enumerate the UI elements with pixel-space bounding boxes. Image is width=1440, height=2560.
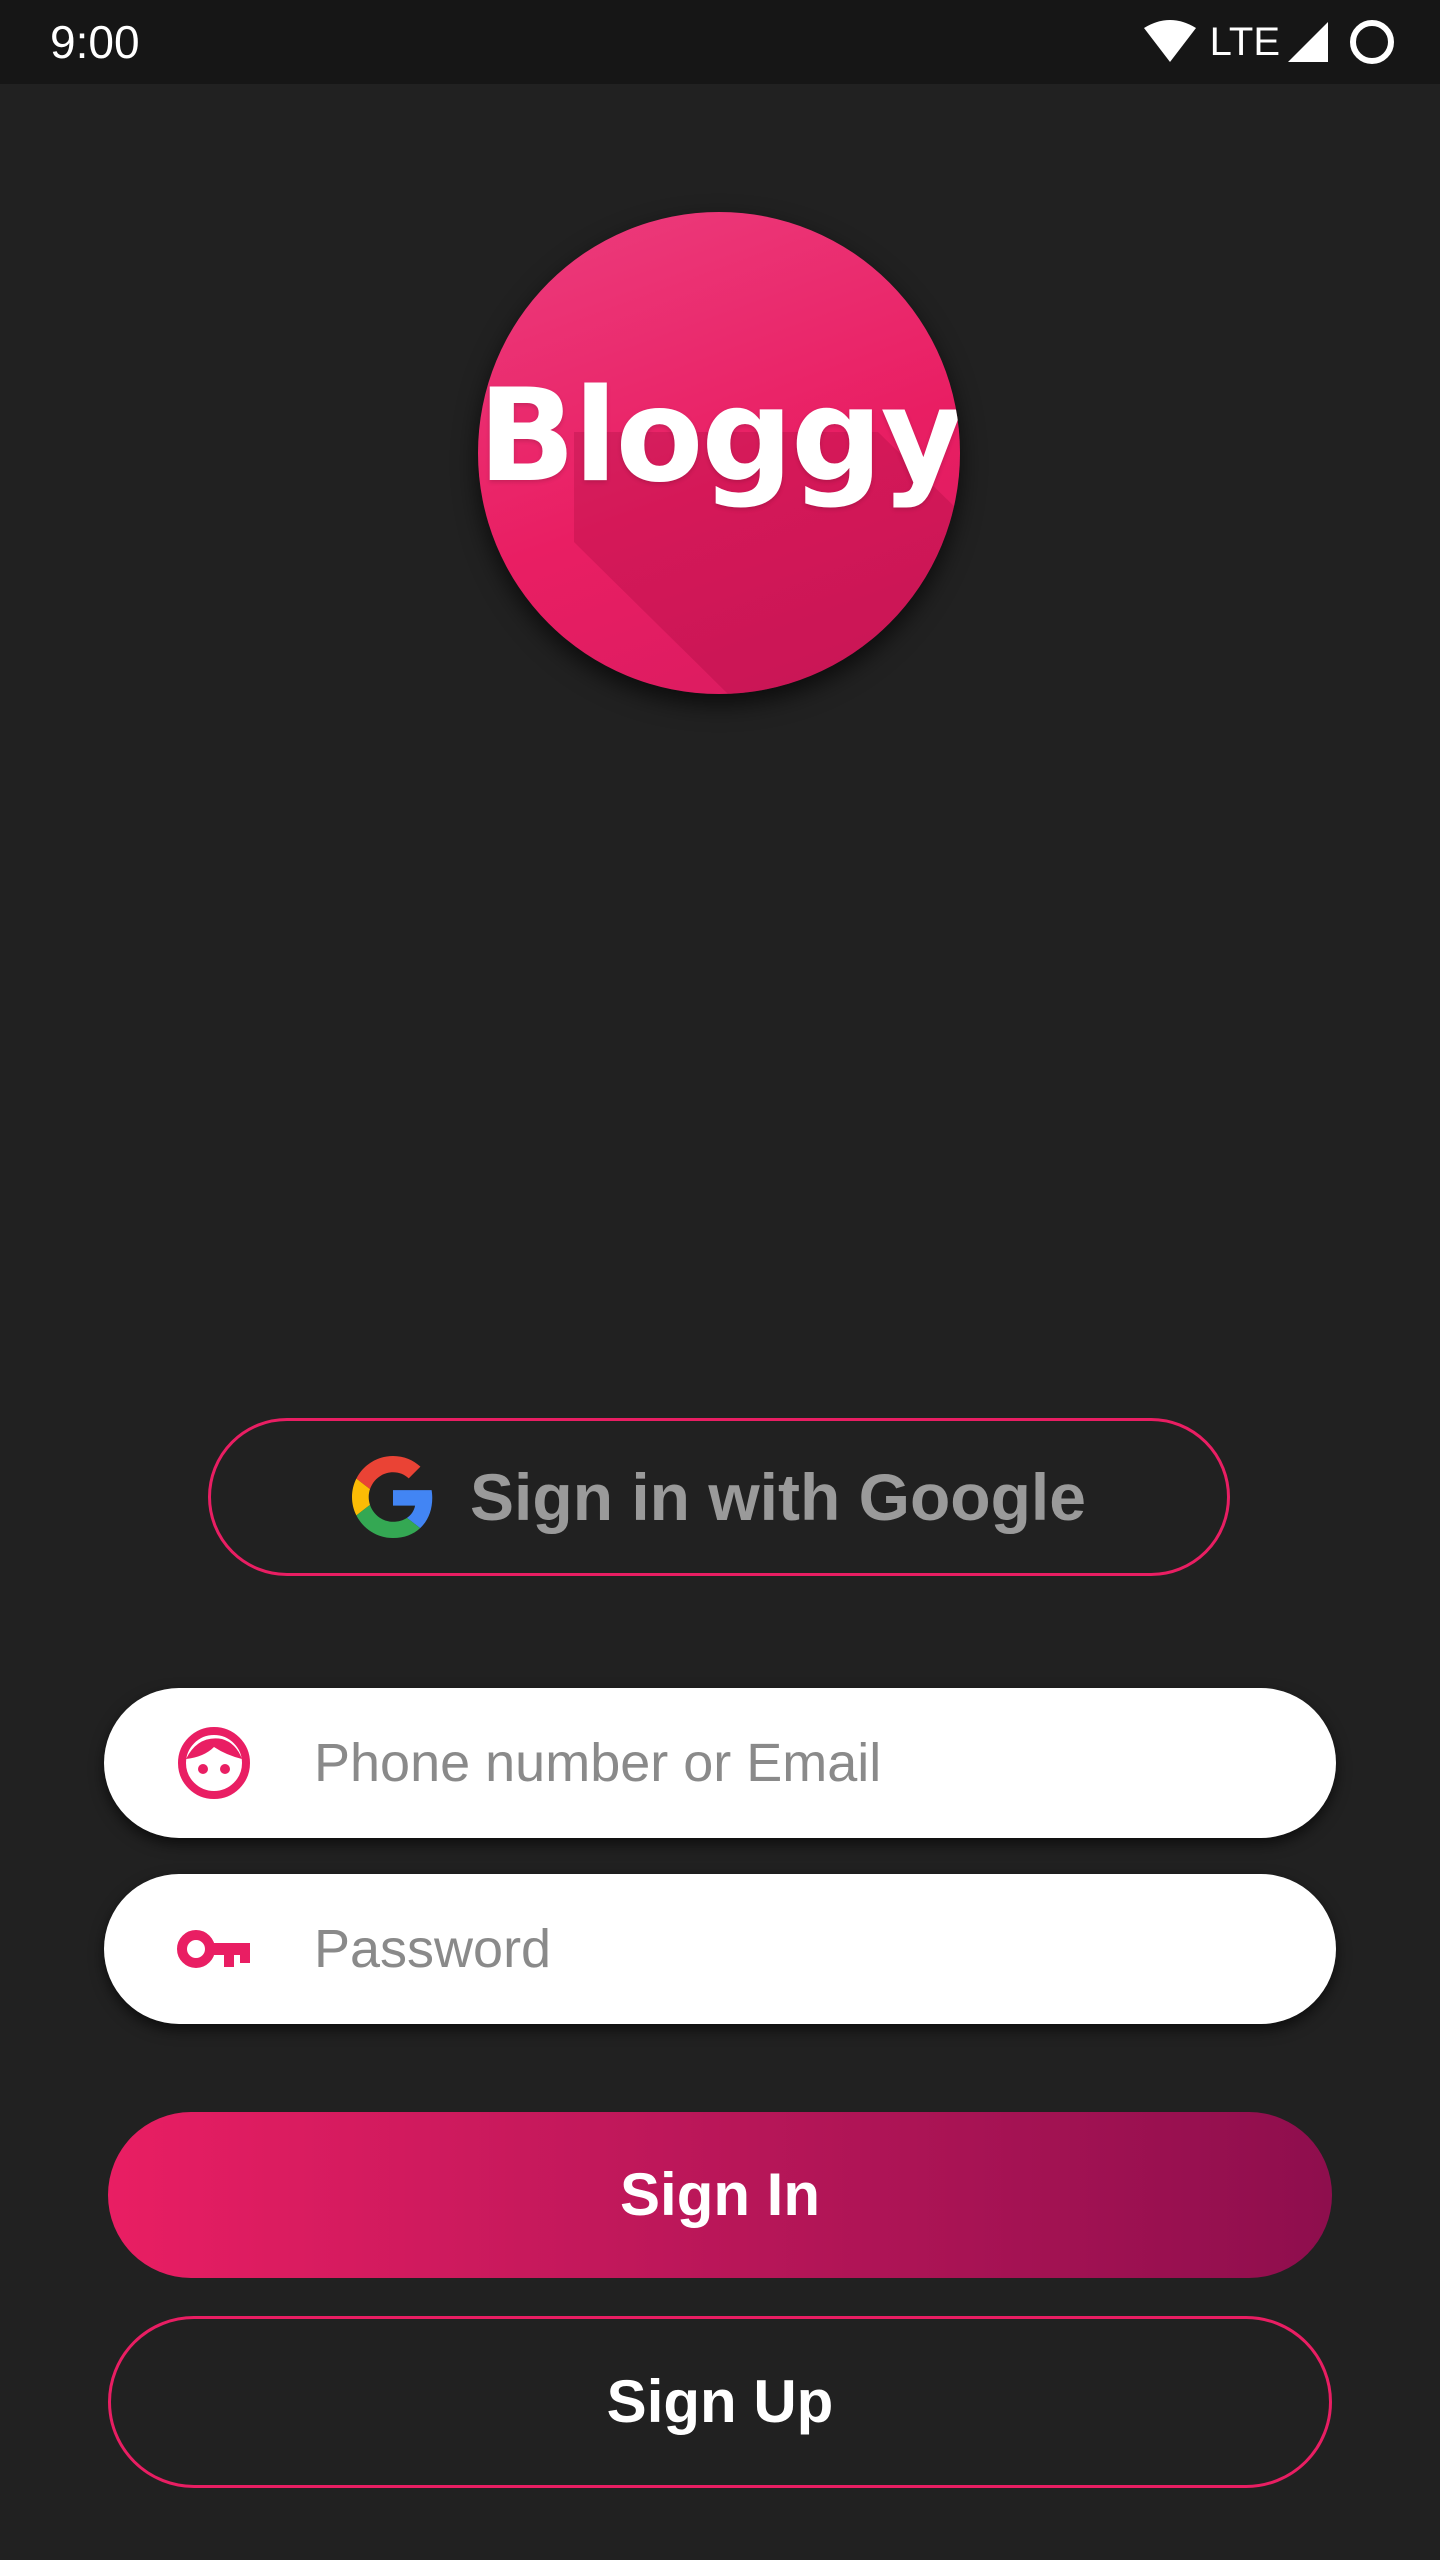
key-icon xyxy=(177,1930,250,1968)
email-field[interactable] xyxy=(104,1688,1336,1838)
status-time: 9:00 xyxy=(50,16,140,68)
logo-text: Bloggy xyxy=(478,362,960,511)
battery-icon xyxy=(1348,18,1396,66)
sign-in-label: Sign In xyxy=(620,2161,820,2228)
google-sign-in-button[interactable]: Sign in with Google xyxy=(208,1418,1230,1576)
wifi-icon xyxy=(1142,20,1198,64)
password-field[interactable] xyxy=(104,1874,1336,2024)
sign-up-label: Sign Up xyxy=(606,2368,834,2435)
app-logo: Bloggy xyxy=(478,212,960,694)
sign-in-button[interactable]: Sign In xyxy=(108,2112,1332,2278)
google-sign-in-label: Sign in with Google xyxy=(470,1460,1086,1534)
sign-up-button[interactable]: Sign Up xyxy=(108,2316,1332,2488)
cell-signal-icon xyxy=(1286,20,1330,64)
password-input[interactable] xyxy=(314,1874,1294,2024)
network-label: LTE xyxy=(1209,20,1280,64)
email-input[interactable] xyxy=(314,1688,1294,1838)
face-icon xyxy=(178,1727,250,1799)
google-icon xyxy=(352,1456,433,1538)
status-icons: LTE xyxy=(1142,16,1396,68)
status-bar: 9:00 LTE xyxy=(0,0,1440,84)
